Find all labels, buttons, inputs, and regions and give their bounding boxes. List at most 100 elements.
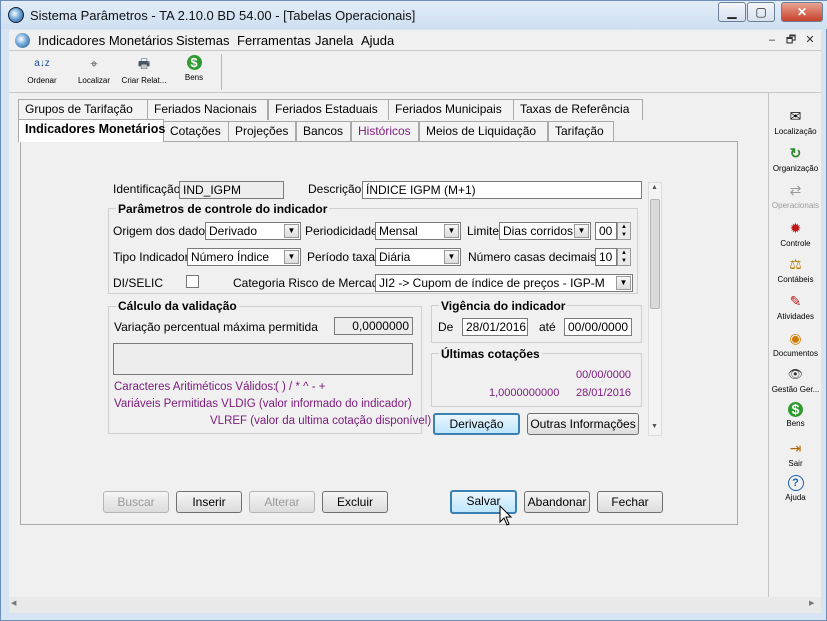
- variaveis-label: Variáveis Permitidas VLDIG (valor inform…: [114, 398, 412, 410]
- origem-select[interactable]: Derivado ▼: [205, 222, 301, 240]
- expression-field[interactable]: [113, 343, 413, 375]
- mdi-minimize-button[interactable]: –: [764, 33, 780, 48]
- maximize-button[interactable]: ▢: [747, 2, 775, 22]
- tab-cotacoes[interactable]: Cotações: [163, 121, 229, 142]
- menu-indicadores[interactable]: Indicadores Monetários: [38, 33, 173, 48]
- gear-red-icon: ✹: [789, 220, 802, 236]
- minimize-button[interactable]: ▁: [718, 2, 746, 22]
- printer-icon: 🖶: [137, 56, 151, 71]
- variacao-label: Variação percentual máxima permitida: [114, 320, 318, 334]
- abandonar-button[interactable]: Abandonar: [524, 491, 590, 513]
- menu-sistemas[interactable]: Sistemas: [176, 33, 229, 48]
- inserir-button[interactable]: Inserir: [176, 491, 242, 513]
- limite-stepper[interactable]: ▲ ▼: [617, 222, 631, 240]
- casas-field[interactable]: 10: [595, 248, 617, 266]
- chevron-down-icon: ▼: [616, 276, 631, 290]
- sidebar-item-documentos[interactable]: ◉ Documentos: [769, 329, 822, 358]
- create-report-button[interactable]: 🖶 Criar Relat...: [119, 53, 169, 91]
- title-bar[interactable]: Sistema Parâmetros - TA 2.10.0 BD 54.00 …: [1, 1, 827, 29]
- scroll-right-icon[interactable]: ▶: [809, 599, 814, 607]
- sidebar-item-operacionais[interactable]: ⇄ Operacionais: [769, 181, 822, 210]
- vertical-scrollbar[interactable]: ▲ ▼: [648, 182, 662, 436]
- sidebar-item-controle[interactable]: ✹ Controle: [769, 219, 822, 248]
- tab-feriados-municipais[interactable]: Feriados Municipais: [388, 99, 514, 120]
- categoria-select[interactable]: JI2 -> Cupom de índice de preços - IGP-M…: [375, 274, 633, 292]
- mdi-close-button[interactable]: ✕: [802, 33, 818, 48]
- tab-grupos-tarifacao[interactable]: Grupos de Tarifação: [18, 99, 148, 120]
- create-report-label: Criar Relat...: [121, 76, 167, 85]
- scroll-down-icon[interactable]: ▼: [651, 423, 658, 430]
- descricao-field[interactable]: ÍNDICE IGPM (M+1): [362, 181, 642, 199]
- menu-ferramentas[interactable]: Ferramentas: [237, 33, 311, 48]
- document-logo-icon[interactable]: [15, 33, 30, 48]
- sidebar-label-documentos: Documentos: [773, 349, 818, 358]
- sidebar-item-gestao[interactable]: 👁 Gestão Ger...: [769, 365, 822, 394]
- variacao-field[interactable]: 0,0000000: [334, 317, 413, 335]
- tab-historicos[interactable]: Históricos: [351, 121, 419, 142]
- periodicidade-select[interactable]: Mensal ▼: [375, 222, 461, 240]
- tab-meios-liquidacao[interactable]: Meios de Liquidação: [419, 121, 548, 142]
- vlref-label: VLREF (valor da ultima cotação disponíve…: [210, 415, 432, 427]
- scroll-left-icon[interactable]: ◀: [11, 599, 16, 607]
- vigencia-ate-field[interactable]: 00/00/0000: [564, 318, 632, 336]
- tipo-value: Número Índice: [191, 250, 270, 264]
- cotacoes-title: Últimas cotações: [439, 347, 542, 361]
- diselic-checkbox[interactable]: [186, 275, 199, 288]
- tab-feriados-nacionais[interactable]: Feriados Nacionais: [147, 99, 268, 120]
- locate-icon: ⌖: [90, 56, 98, 71]
- menu-ajuda[interactable]: Ajuda: [361, 33, 394, 48]
- vigencia-ate-label: até: [539, 320, 556, 334]
- tab-bancos[interactable]: Bancos: [296, 121, 351, 142]
- scroll-thumb[interactable]: [650, 199, 660, 309]
- derivacao-button[interactable]: Derivação: [433, 413, 520, 435]
- alterar-button[interactable]: Alterar: [249, 491, 315, 513]
- sidebar-label-controle: Controle: [780, 239, 811, 248]
- identificacao-label: Identificação: [113, 182, 181, 196]
- sidebar-item-contabeis[interactable]: ⚖ Contábeis: [769, 255, 822, 284]
- sidebar-label-atividades: Atividades: [777, 312, 814, 321]
- tab-projecoes[interactable]: Projeções: [228, 121, 296, 142]
- tab-indicadores-monetarios[interactable]: Indicadores Monetários: [18, 119, 165, 142]
- fechar-button[interactable]: Fechar: [597, 491, 663, 513]
- mouse-cursor-icon: [499, 505, 513, 526]
- sort-label: Ordenar: [27, 76, 57, 85]
- main-window: Sistema Parâmetros - TA 2.10.0 BD 54.00 …: [0, 0, 827, 621]
- periodicidade-value: Mensal: [379, 224, 418, 238]
- origem-value: Derivado: [209, 224, 258, 238]
- tab-feriados-estaduais[interactable]: Feriados Estaduais: [268, 99, 389, 120]
- limite-number-field[interactable]: 00: [595, 222, 617, 240]
- sort-button[interactable]: a↓z Ordenar: [17, 53, 67, 91]
- tab-taxas-referencia[interactable]: Taxas de Referência: [513, 99, 643, 120]
- sidebar-label-sair: Sair: [788, 459, 803, 468]
- casas-stepper[interactable]: ▲ ▼: [617, 248, 631, 266]
- tipo-select[interactable]: Número Índice ▼: [187, 248, 301, 266]
- sidebar-item-bens[interactable]: $ Bens: [769, 402, 822, 429]
- menu-janela[interactable]: Janela: [315, 33, 353, 48]
- horizontal-scrollbar[interactable]: ◀ ▶: [9, 597, 821, 613]
- vigencia-de-field[interactable]: 28/01/2016: [462, 318, 528, 336]
- locate-button[interactable]: ⌖ Localizar: [69, 53, 119, 91]
- identificacao-field[interactable]: IND_IGPM: [179, 181, 284, 199]
- mdi-restore-button[interactable]: 🗗: [783, 33, 799, 48]
- buscar-button[interactable]: Buscar: [103, 491, 169, 513]
- tab-tarifacao[interactable]: Tarifação: [548, 121, 614, 142]
- sidebar-label-bens: Bens: [786, 419, 805, 428]
- chevron-down-icon: ▼: [444, 250, 459, 264]
- sidebar-item-localizacao[interactable]: ✉ Localização: [769, 107, 822, 136]
- close-button[interactable]: ✕: [781, 2, 823, 22]
- periodo-select[interactable]: Diária ▼: [375, 248, 461, 266]
- cotacao-line1: 00/00/0000: [576, 369, 632, 381]
- sidebar-label-organizacao: Organização: [772, 164, 819, 173]
- sidebar-item-organizacao[interactable]: ↻ Organização: [769, 144, 822, 173]
- sidebar-item-atividades[interactable]: ✎ Atividades: [769, 292, 822, 321]
- outras-informacoes-button[interactable]: Outras Informações: [527, 413, 639, 435]
- sidebar-label-contabeis: Contábeis: [777, 275, 814, 284]
- limite-select[interactable]: Dias corridos ▼: [499, 222, 591, 240]
- right-sidebar: ✉ Localização ↻ Organização ⇄ Operaciona…: [768, 93, 821, 597]
- assets-button[interactable]: $ Bens: [169, 53, 219, 91]
- sidebar-item-sair[interactable]: ⇥ Sair: [769, 439, 822, 468]
- scroll-up-icon[interactable]: ▲: [651, 184, 658, 191]
- sidebar-item-ajuda[interactable]: ? Ajuda: [769, 475, 822, 502]
- excluir-button[interactable]: Excluir: [322, 491, 388, 513]
- chevron-down-icon: ▼: [284, 250, 299, 264]
